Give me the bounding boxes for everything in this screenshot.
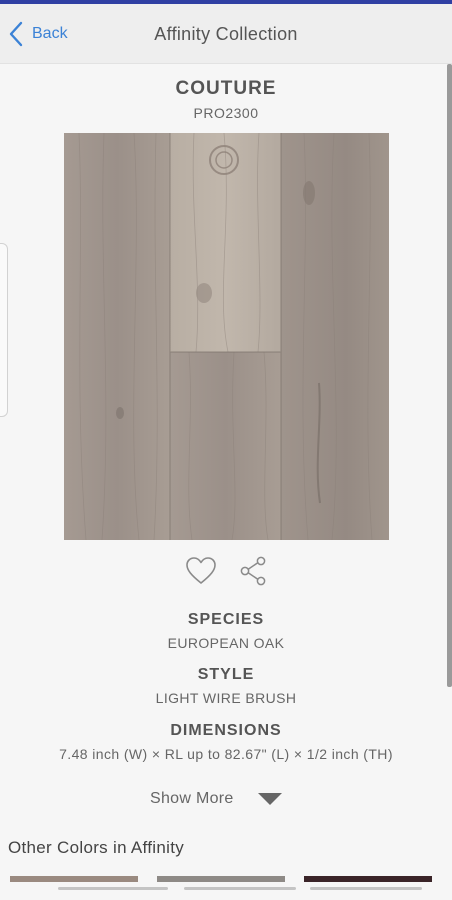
color-thumbnail-2[interactable] xyxy=(157,876,285,882)
style-value: LIGHT WIRE BRUSH xyxy=(155,690,297,706)
style-label: STYLE xyxy=(197,666,255,683)
product-image[interactable] xyxy=(64,133,389,540)
dimensions-value: 7.48 inch (W) × RL up to 82.67" (L) × 1/… xyxy=(59,746,393,762)
show-more-button[interactable]: Show More xyxy=(150,787,282,811)
color-thumbnail-1[interactable] xyxy=(10,876,138,882)
side-drawer-handle[interactable] xyxy=(0,243,8,417)
scrollbar[interactable] xyxy=(447,64,452,687)
other-colors-title: Other Colors in Affinity xyxy=(8,838,185,857)
dimensions-label: DIMENSIONS xyxy=(170,722,282,739)
species-value: EUROPEAN OAK xyxy=(167,635,285,651)
product-code: PRO2300 xyxy=(193,105,259,121)
thumbnail-caption-bar-1 xyxy=(58,887,168,890)
triangle-down-icon xyxy=(257,793,282,805)
thumbnail-caption-bar-3 xyxy=(310,887,422,890)
species-label: SPECIES xyxy=(187,611,265,628)
color-thumbnail-3[interactable] xyxy=(304,876,432,882)
product-name: COUTURE xyxy=(175,78,277,99)
show-more-label: Show More xyxy=(150,790,234,807)
share-icon[interactable] xyxy=(239,556,269,586)
navigation-bar: Back Affinity Collection xyxy=(0,4,452,64)
product-actions xyxy=(185,555,269,587)
heart-icon[interactable] xyxy=(185,556,217,586)
thumbnail-caption-bar-2 xyxy=(184,887,296,890)
page-title: Affinity Collection xyxy=(154,24,298,44)
